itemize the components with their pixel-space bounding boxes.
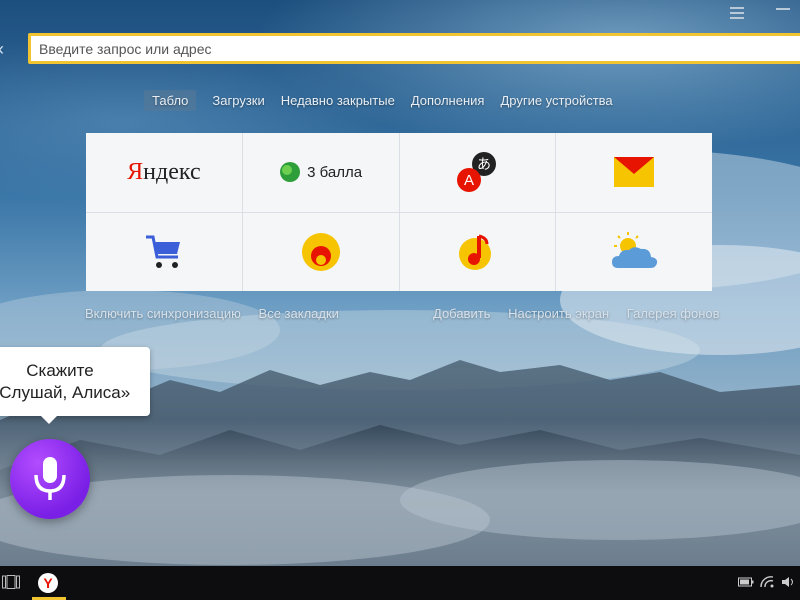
- backgrounds-gallery-link[interactable]: Галерея фонов: [627, 306, 720, 321]
- shopping-cart-icon: [145, 235, 180, 268]
- yandex-browser-taskbar-icon[interactable]: Y: [38, 573, 58, 593]
- alice-hint-bubble: Скажите «Слушай, Алиса»: [0, 347, 150, 416]
- tile-weather[interactable]: [556, 212, 712, 291]
- svg-text:あ: あ: [477, 157, 491, 173]
- add-link[interactable]: Добавить: [433, 306, 490, 321]
- minimize-icon[interactable]: [776, 8, 790, 10]
- yandex-logo: Яндекс: [127, 158, 201, 185]
- tile-yandex[interactable]: Яндекс: [86, 133, 242, 212]
- mail-envelope-icon: [614, 157, 655, 188]
- all-bookmarks-link[interactable]: Все закладки: [259, 306, 339, 321]
- tile-mail[interactable]: [556, 133, 712, 212]
- tile-weather-points[interactable]: 3 балла: [242, 133, 399, 212]
- bubble-line-2: «Слушай, Алиса»: [0, 382, 131, 402]
- task-view-icon[interactable]: [2, 575, 20, 589]
- tile-zen[interactable]: [242, 212, 399, 291]
- tab-other-devices[interactable]: Другие устройства: [492, 90, 620, 111]
- customize-screen-link[interactable]: Настроить экран: [508, 306, 609, 321]
- links-left: Включить синхронизацию Все закладки: [85, 306, 353, 321]
- newtab-nav: Табло Загрузки Недавно закрытые Дополнен…: [144, 90, 621, 111]
- tile-music[interactable]: [399, 212, 556, 291]
- tab-tablo[interactable]: Табло: [144, 90, 197, 111]
- zen-icon: [301, 232, 340, 271]
- tile-label: 3 балла: [307, 163, 363, 181]
- svg-text:A: A: [464, 172, 474, 189]
- sync-link[interactable]: Включить синхронизацию: [85, 306, 241, 321]
- speed-dial-grid: Яндекс 3 балла あ A: [86, 133, 712, 291]
- tab-downloads[interactable]: Загрузки: [204, 90, 272, 111]
- ball-icon: [280, 162, 301, 183]
- tab-addons[interactable]: Дополнения: [403, 90, 493, 111]
- taskbar: Y: [0, 566, 800, 600]
- microphone-icon: [34, 457, 66, 500]
- tile-translate[interactable]: あ A: [399, 133, 556, 212]
- volume-icon[interactable]: [781, 576, 797, 588]
- tile-market[interactable]: [86, 212, 242, 291]
- wifi-icon[interactable]: [760, 576, 774, 588]
- tab-recently-closed[interactable]: Недавно закрытые: [273, 90, 403, 111]
- music-note-icon: [459, 234, 492, 270]
- back-icon[interactable]: ‹: [0, 40, 4, 58]
- links-right: Добавить Настроить экран Галерея фонов: [433, 306, 734, 321]
- alice-mic-button[interactable]: [10, 439, 90, 519]
- address-bar[interactable]: [28, 33, 800, 64]
- address-input[interactable]: [31, 36, 800, 61]
- translate-icon: あ A: [457, 152, 497, 193]
- weather-icon: [612, 231, 658, 268]
- battery-icon[interactable]: [738, 576, 754, 588]
- menu-icon[interactable]: [730, 4, 744, 22]
- bubble-tail: [40, 415, 58, 424]
- bubble-line-1: Скажите: [26, 360, 94, 380]
